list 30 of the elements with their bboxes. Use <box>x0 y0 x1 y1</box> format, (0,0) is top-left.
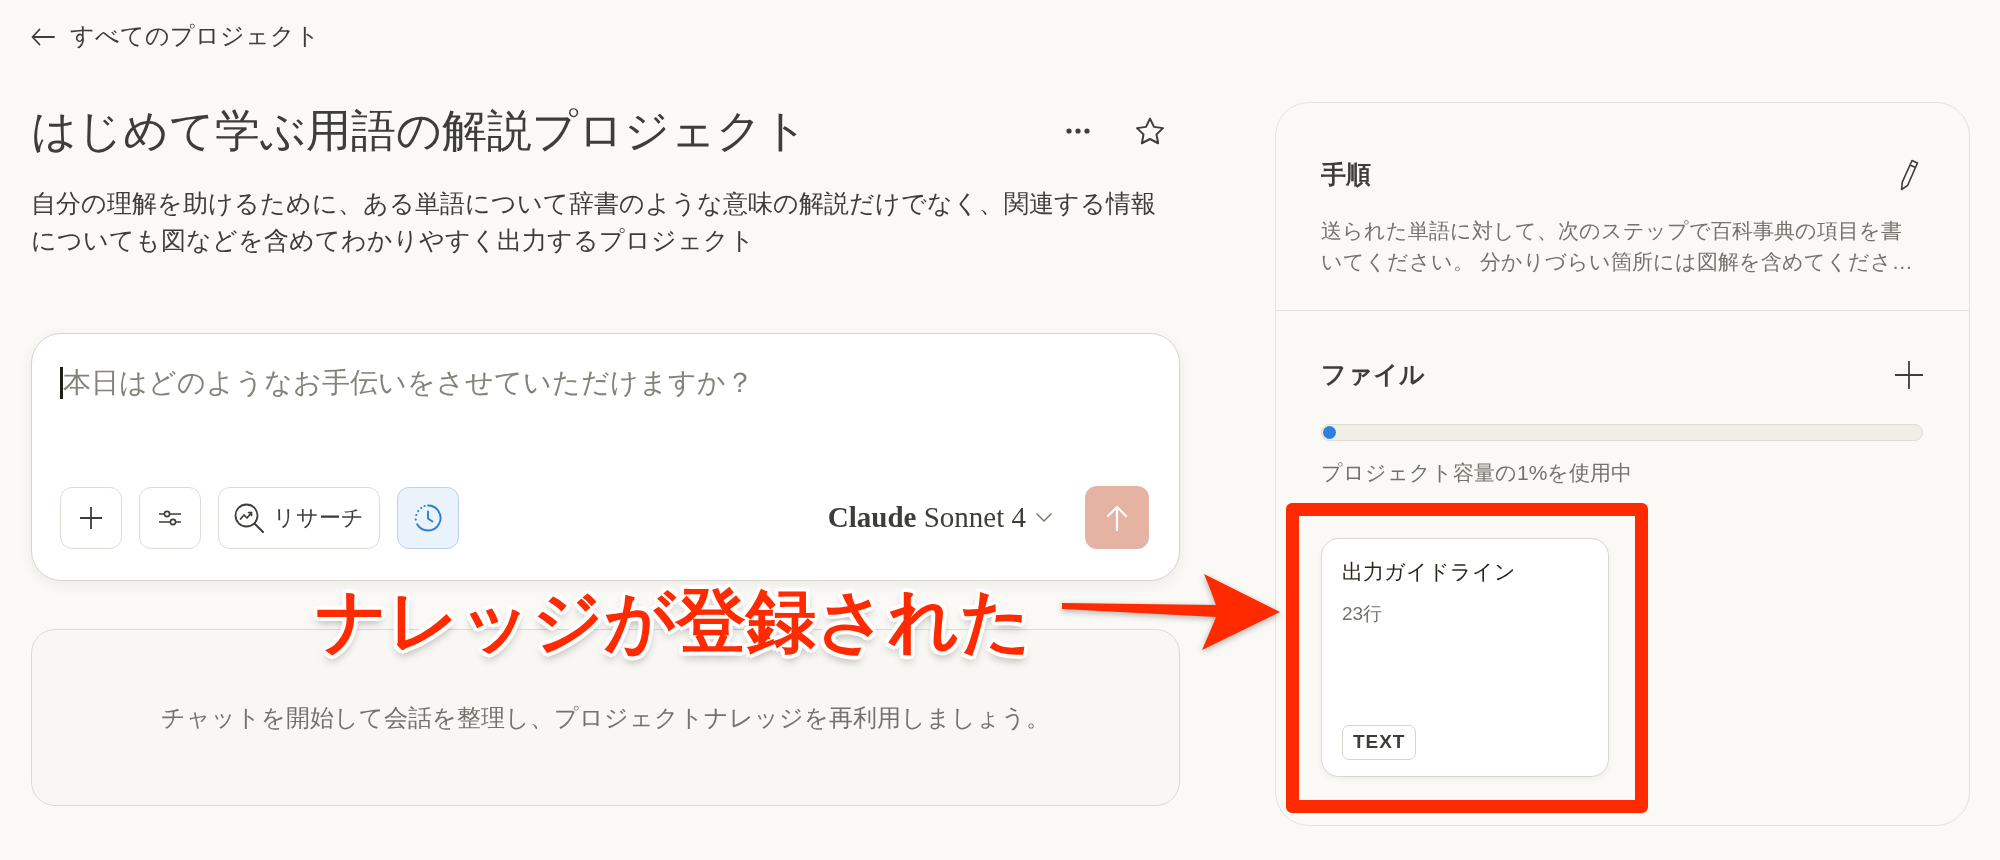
clock-button[interactable] <box>397 486 459 549</box>
file-line-count: 23行 <box>1342 602 1384 626</box>
text-cursor <box>60 367 63 399</box>
file-name: 出力ガイドライン <box>1342 559 1517 585</box>
annotation-text: ナレッジが登録された <box>316 581 1032 661</box>
files-title: ファイル <box>1321 359 1425 391</box>
instructions-title: 手順 <box>1321 159 1371 191</box>
file-type-badge: TEXT <box>1342 725 1417 760</box>
file-card[interactable]: 出力ガイドライン 23行 TEXT <box>1321 538 1609 777</box>
plus-icon <box>1895 361 1923 389</box>
message-input[interactable]: 本日はどのようなお手伝いをさせていただけますか？ <box>63 362 1149 404</box>
add-button[interactable] <box>60 486 122 549</box>
empty-chats-message: チャットを開始して会話を整理し、プロジェクトナレッジを再利用しましょう。 <box>161 702 1050 733</box>
search-chart-icon <box>234 502 264 533</box>
ellipsis-icon <box>1066 128 1090 134</box>
plus-icon <box>80 506 102 529</box>
pencil-icon <box>1899 159 1919 191</box>
options-button[interactable] <box>139 486 201 549</box>
back-link[interactable]: すべてのプロジェクト <box>31 19 320 55</box>
project-title: はじめて学ぶ用語の解説プロジェクト <box>31 105 808 158</box>
arrow-up-icon <box>1106 504 1128 531</box>
clock-icon <box>414 503 442 532</box>
model-selector[interactable]: Claude Sonnet 4 <box>827 495 1052 540</box>
back-arrow-icon <box>31 28 55 46</box>
chevron-down-icon <box>1036 513 1052 522</box>
project-description: 自分の理解を助けるために、ある単語について辞書のような意味の解説だけでなく、関連する情報についても図などを含めてわかりやすく出力するプロジェクト <box>31 189 1157 256</box>
research-button[interactable]: リサーチ <box>218 486 380 549</box>
instructions-text: 送られた単語に対して、次のステップで百科事典の項目を書いてください。 分かりづらい箇所には図解を含めてくださ… <box>1321 218 1914 275</box>
storage-usage-label: プロジェクト容量の1%を使用中 <box>1321 460 1634 486</box>
sliders-icon <box>159 508 181 527</box>
